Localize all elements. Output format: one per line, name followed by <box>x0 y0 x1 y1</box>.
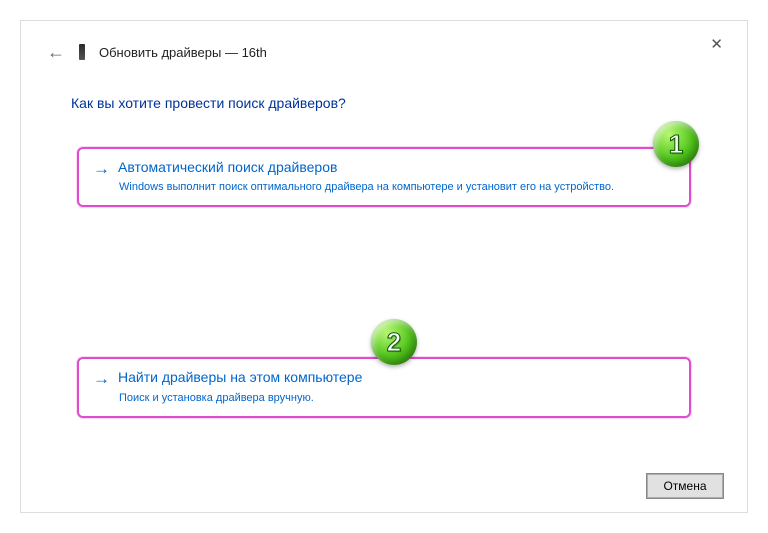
prompt-question: Как вы хотите провести поиск драйверов? <box>71 95 721 111</box>
arrow-right-icon: → <box>93 159 110 179</box>
cancel-button[interactable]: Отмена <box>647 474 723 498</box>
device-icon <box>79 44 85 60</box>
option-browse-computer[interactable]: → Найти драйверы на этом компьютере Поис… <box>77 357 691 417</box>
update-drivers-dialog: ✕ ← Обновить драйверы — 16th Как вы хоти… <box>20 20 748 513</box>
arrow-right-icon: → <box>93 369 110 389</box>
dialog-header: ← Обновить драйверы — 16th <box>47 43 721 61</box>
option-auto-search[interactable]: → Автоматический поиск драйверов Windows… <box>77 147 691 207</box>
dialog-footer: Отмена <box>647 474 723 498</box>
annotation-badge-2: 2 <box>371 319 417 365</box>
option-browse-desc: Поиск и установка драйвера вручную. <box>119 392 675 404</box>
annotation-badge-1: 1 <box>653 121 699 167</box>
close-icon[interactable]: ✕ <box>710 35 723 53</box>
option-browse-title: Найти драйверы на этом компьютере <box>118 369 362 385</box>
dialog-title: Обновить драйверы — 16th <box>99 45 267 60</box>
option-auto-title: Автоматический поиск драйверов <box>118 159 337 175</box>
back-arrow-icon[interactable]: ← <box>47 43 65 61</box>
option-auto-desc: Windows выполнит поиск оптимального драй… <box>119 181 675 193</box>
